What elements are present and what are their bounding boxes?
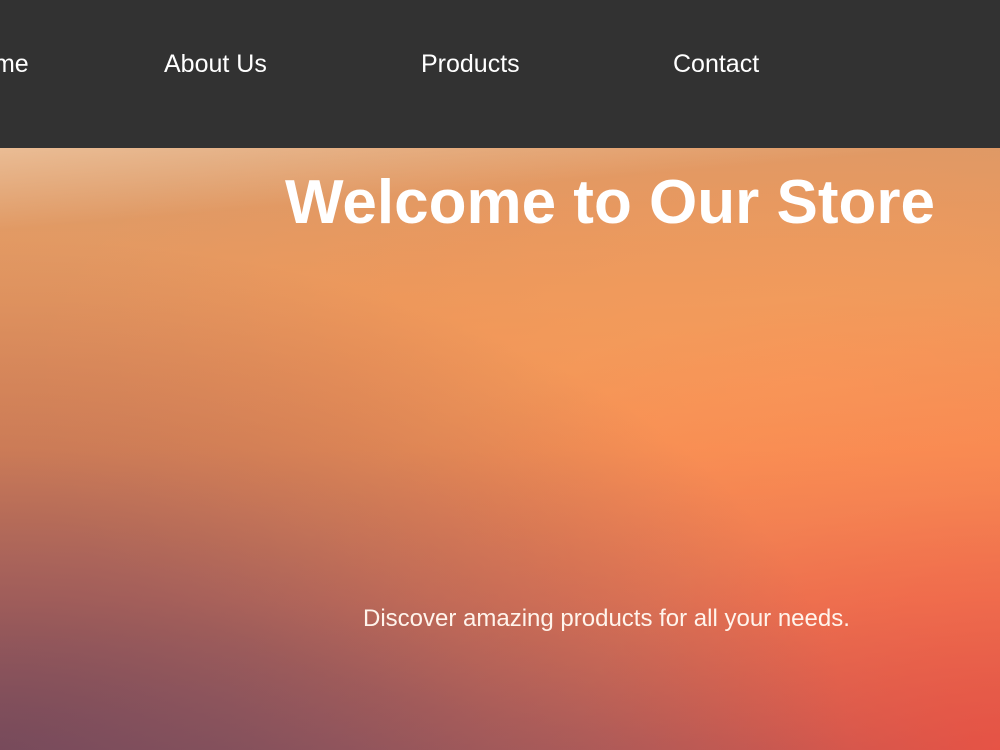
hero-subtitle: Discover amazing products for all your n… [363,605,850,632]
nav-link-about-us[interactable]: About Us [164,48,267,80]
nav-link-products[interactable]: Products [421,48,520,80]
hero-cloud-light [0,148,1000,750]
nav-link-home[interactable]: Home [0,48,29,80]
page: Home About Us Products Contact Welcome t… [0,0,1000,750]
hero-title: Welcome to Our Store [285,168,935,237]
hero-banner: Welcome to Our Store Discover amazing pr… [0,148,1000,750]
nav-link-contact[interactable]: Contact [673,48,759,80]
top-navbar: Home About Us Products Contact [0,0,1000,148]
